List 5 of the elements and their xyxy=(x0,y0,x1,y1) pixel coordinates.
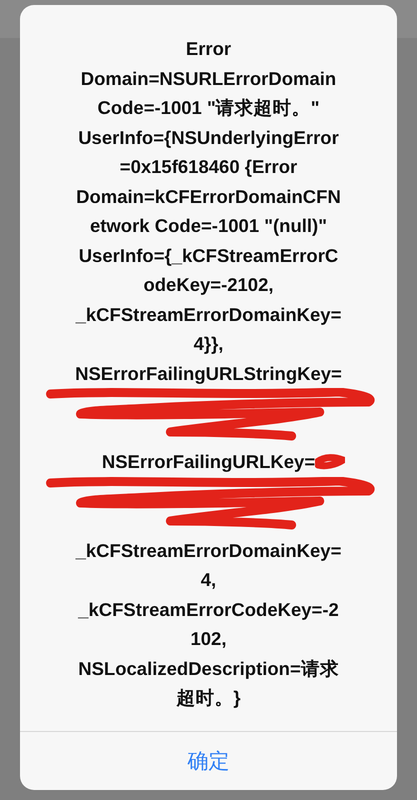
error-message: Error Domain=NSURLErrorDomain Code=-1001 "请求超时。" UserInfo={NSUnderlyingError =0x15f618460 {Error Domain=kCFErrorDomainCFN etwork Code=-1001 "(null)" UserInfo={_kCFStreamErrorC odeKey=-2102, _kCFStreamErrorDomainKey= 4}}, NSErrorFailingURLStringKey= xyxy=(75,37,342,386)
error-message: _kCFStreamErrorDomainKey= 4, _kCFStreamErrorCodeKey=-2 102, NSLocalizedDescription=请求 超时。} xyxy=(76,538,342,710)
error-message: NSErrorFailingURLKey= xyxy=(102,447,316,476)
confirm-button[interactable]: 确定 xyxy=(20,732,397,790)
redaction-scribble xyxy=(315,453,346,471)
